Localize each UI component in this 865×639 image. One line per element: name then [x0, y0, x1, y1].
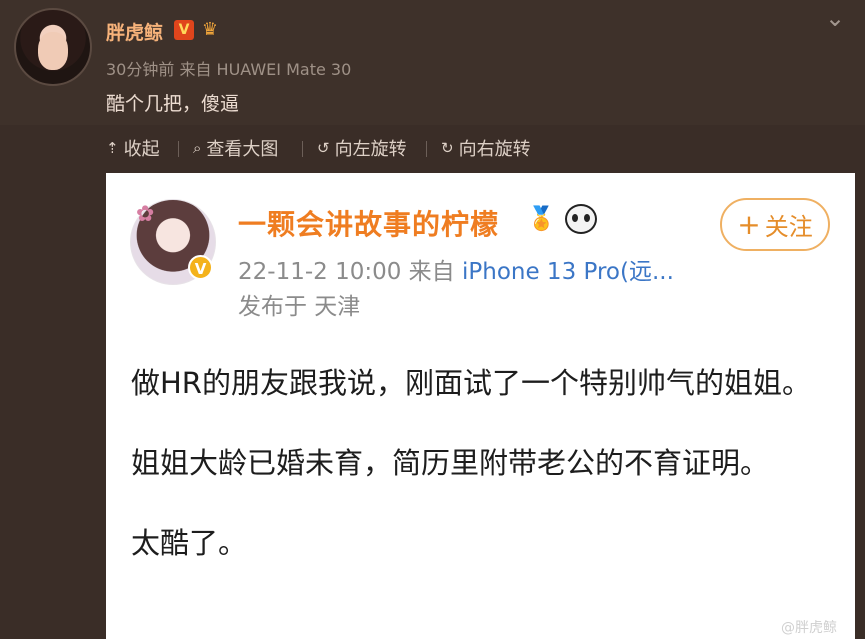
collapse-label: 收起 [123, 139, 160, 160]
rotate-right-icon: ↻ [441, 139, 454, 157]
toolbar-divider [302, 141, 303, 157]
username[interactable]: 胖虎鲸 [106, 18, 163, 45]
rotate-left-label: 向左旋转 [334, 139, 407, 160]
post-meta: 30分钟前 来自 HUAWEI Mate 30 [106, 60, 352, 79]
paragraph: 做HR的朋友跟我说，刚面试了一个特别帅气的姐姐。 [131, 366, 811, 400]
panda-icon [565, 204, 597, 234]
collapse-icon: ⇡ [106, 139, 119, 157]
toolbar-divider [426, 141, 427, 157]
embedded-meta: 22-11-2 10:00 来自 iPhone 13 Pro(远... [238, 252, 674, 286]
paragraph: 太酷了。 [131, 526, 248, 560]
toolbar-divider [178, 141, 179, 157]
crown-badge-icon: ♛ [201, 19, 219, 40]
view-large-label: 查看大图 [206, 139, 279, 160]
post-date: 22-11-2 10:00 [238, 259, 402, 285]
original-post: 胖虎鲸 V ♛ 30分钟前 来自 HUAWEI Mate 30 酷个几把，傻逼 … [0, 0, 865, 125]
image-toolbar: ⇡ 收起 ⌕ 查看大图 ↺ 向左旋转 ↻ 向右旋转 [0, 125, 865, 171]
rotate-right-button[interactable]: ↻ 向右旋转 [441, 137, 531, 160]
follow-button[interactable]: + 关注 [720, 198, 830, 251]
collapse-button[interactable]: ⇡ 收起 [106, 137, 160, 160]
watermark: @胖虎鲸 [781, 620, 837, 636]
rotate-right-label: 向右旋转 [458, 139, 531, 160]
device-link: iPhone 13 Pro(远... [461, 259, 674, 285]
user-avatar[interactable] [14, 8, 92, 86]
post-text: 酷个几把，傻逼 [106, 93, 240, 115]
verified-badge-icon: V [188, 255, 213, 280]
location-label: 发布于 天津 [238, 294, 361, 320]
plus-icon: + [737, 207, 761, 241]
paragraph: 姐姐大龄已婚未育，简历里附带老公的不育证明。 [131, 446, 770, 480]
medal-icon: 🏅 [527, 206, 556, 232]
rotate-left-icon: ↺ [317, 139, 330, 157]
zoom-icon: ⌕ [193, 139, 202, 157]
vip-badge-icon: V [174, 20, 194, 40]
embedded-username: 一颗会讲故事的柠檬 [238, 208, 500, 241]
from-label: 来自 [408, 259, 455, 285]
follow-label: 关注 [764, 213, 813, 241]
rotate-left-button[interactable]: ↺ 向左旋转 [317, 137, 407, 160]
view-large-button[interactable]: ⌕ 查看大图 [193, 137, 279, 160]
chevron-down-icon[interactable]: ⌄ [825, 6, 845, 30]
embedded-post-body: 做HR的朋友跟我说，刚面试了一个特别帅气的姐姐。 姐姐大龄已婚未育，简历里附带老… [131, 361, 821, 601]
embedded-screenshot: V 一颗会讲故事的柠檬 🏅 + 关注 22-11-2 10:00 来自 iPho… [106, 173, 855, 639]
